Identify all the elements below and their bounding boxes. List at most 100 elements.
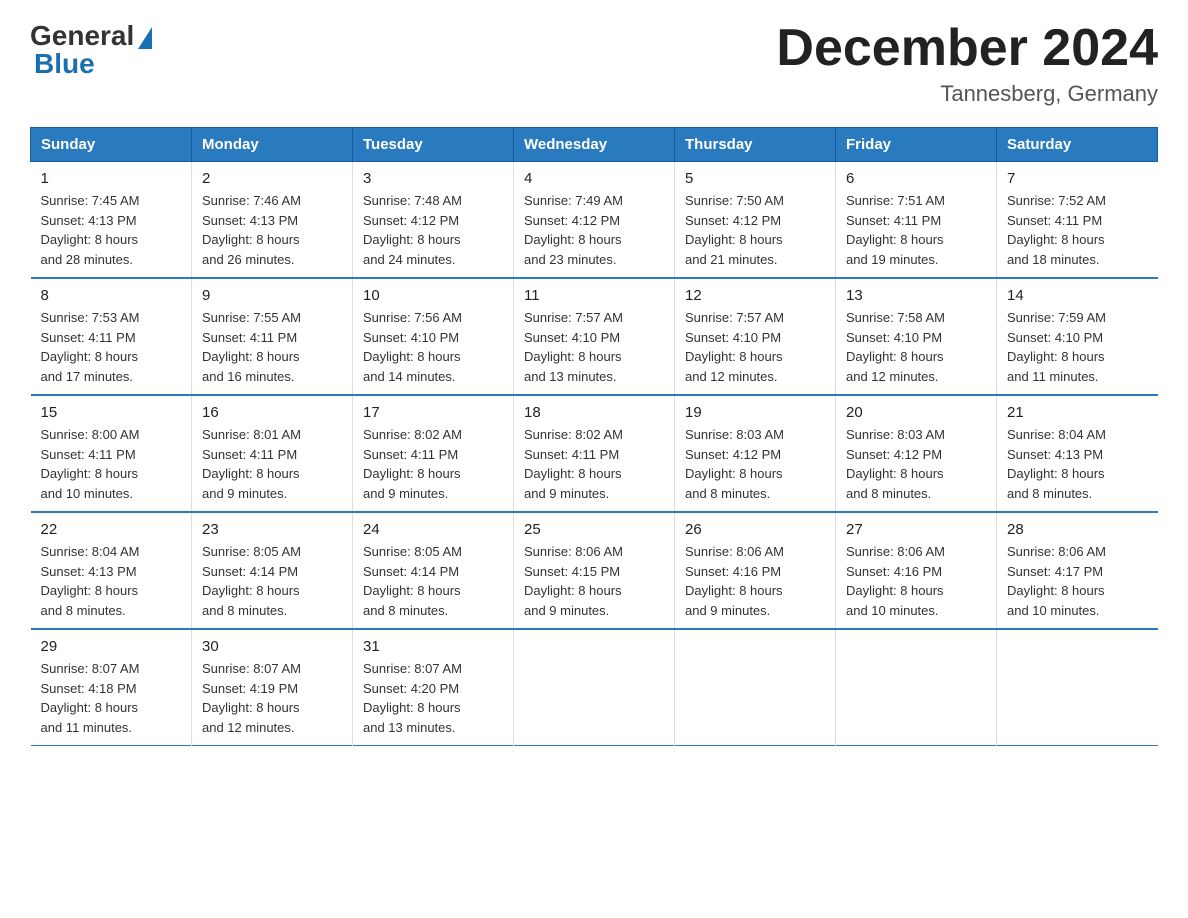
day-number: 20 xyxy=(846,404,986,421)
day-number: 26 xyxy=(685,521,825,538)
month-title: December 2024 xyxy=(776,20,1158,77)
day-info: Sunrise: 7:52 AMSunset: 4:11 PMDaylight:… xyxy=(1007,191,1148,269)
calendar-cell: 22Sunrise: 8:04 AMSunset: 4:13 PMDayligh… xyxy=(31,512,192,629)
day-number: 15 xyxy=(41,404,182,421)
day-number: 18 xyxy=(524,404,664,421)
day-number: 31 xyxy=(363,638,503,655)
calendar-cell xyxy=(514,629,675,746)
calendar-cell: 31 Sunrise: 8:07 AMSunset: 4:20 PMDayligh… xyxy=(353,629,514,746)
day-info: Sunrise: 8:02 AMSunset: 4:11 PMDaylight:… xyxy=(524,425,664,503)
day-number: 29 xyxy=(41,638,182,655)
day-number: 1 xyxy=(41,170,182,187)
header-row: SundayMondayTuesdayWednesdayThursdayFrid… xyxy=(31,128,1158,162)
logo-blue: Blue xyxy=(30,48,95,80)
calendar-cell: 9 Sunrise: 7:55 AMSunset: 4:11 PMDaylight… xyxy=(192,278,353,395)
day-info: Sunrise: 7:56 AMSunset: 4:10 PMDaylight:… xyxy=(363,308,503,386)
day-info: Sunrise: 7:58 AMSunset: 4:10 PMDaylight:… xyxy=(846,308,986,386)
day-number: 14 xyxy=(1007,287,1148,304)
day-info: Sunrise: 8:07 AMSunset: 4:19 PMDaylight:… xyxy=(202,659,342,737)
calendar-cell: 2 Sunrise: 7:46 AMSunset: 4:13 PMDaylight… xyxy=(192,162,353,279)
week-row-3: 15 Sunrise: 8:00 AMSunset: 4:11 PMDayligh… xyxy=(31,395,1158,512)
column-header-thursday: Thursday xyxy=(675,128,836,162)
column-header-wednesday: Wednesday xyxy=(514,128,675,162)
day-info: Sunrise: 7:55 AMSunset: 4:11 PMDaylight:… xyxy=(202,308,342,386)
day-info: Sunrise: 8:05 AMSunset: 4:14 PMDaylight:… xyxy=(363,542,503,620)
calendar-cell: 24 Sunrise: 8:05 AMSunset: 4:14 PMDayligh… xyxy=(353,512,514,629)
day-number: 28 xyxy=(1007,521,1148,538)
day-number: 13 xyxy=(846,287,986,304)
column-header-tuesday: Tuesday xyxy=(353,128,514,162)
calendar-cell: 23Sunrise: 8:05 AMSunset: 4:14 PMDayligh… xyxy=(192,512,353,629)
day-number: 17 xyxy=(363,404,503,421)
day-number: 23 xyxy=(202,521,342,538)
day-info: Sunrise: 8:03 AMSunset: 4:12 PMDaylight:… xyxy=(846,425,986,503)
day-info: Sunrise: 7:48 AMSunset: 4:12 PMDaylight:… xyxy=(363,191,503,269)
day-number: 11 xyxy=(524,287,664,304)
column-header-saturday: Saturday xyxy=(997,128,1158,162)
day-number: 21 xyxy=(1007,404,1148,421)
day-info: Sunrise: 8:02 AMSunset: 4:11 PMDaylight:… xyxy=(363,425,503,503)
calendar-cell: 4 Sunrise: 7:49 AMSunset: 4:12 PMDaylight… xyxy=(514,162,675,279)
calendar-cell xyxy=(836,629,997,746)
calendar-cell: 1Sunrise: 7:45 AMSunset: 4:13 PMDaylight… xyxy=(31,162,192,279)
day-number: 16 xyxy=(202,404,342,421)
column-header-friday: Friday xyxy=(836,128,997,162)
page-header: General Blue December 2024 Tannesberg, G… xyxy=(30,20,1158,107)
column-header-monday: Monday xyxy=(192,128,353,162)
calendar-table: SundayMondayTuesdayWednesdayThursdayFrid… xyxy=(30,127,1158,746)
day-number: 6 xyxy=(846,170,986,187)
day-info: Sunrise: 7:49 AMSunset: 4:12 PMDaylight:… xyxy=(524,191,664,269)
calendar-cell xyxy=(997,629,1158,746)
day-info: Sunrise: 8:07 AMSunset: 4:20 PMDaylight:… xyxy=(363,659,503,737)
day-info: Sunrise: 8:06 AMSunset: 4:17 PMDaylight:… xyxy=(1007,542,1148,620)
calendar-cell xyxy=(675,629,836,746)
day-number: 8 xyxy=(41,287,182,304)
logo: General Blue xyxy=(30,20,152,80)
day-info: Sunrise: 8:06 AMSunset: 4:16 PMDaylight:… xyxy=(846,542,986,620)
calendar-cell: 17 Sunrise: 8:02 AMSunset: 4:11 PMDayligh… xyxy=(353,395,514,512)
day-info: Sunrise: 8:06 AMSunset: 4:16 PMDaylight:… xyxy=(685,542,825,620)
day-number: 4 xyxy=(524,170,664,187)
location: Tannesberg, Germany xyxy=(776,81,1158,107)
calendar-cell: 15 Sunrise: 8:00 AMSunset: 4:11 PMDayligh… xyxy=(31,395,192,512)
day-number: 25 xyxy=(524,521,664,538)
day-number: 9 xyxy=(202,287,342,304)
day-info: Sunrise: 8:07 AMSunset: 4:18 PMDaylight:… xyxy=(41,659,182,737)
day-info: Sunrise: 7:57 AMSunset: 4:10 PMDaylight:… xyxy=(685,308,825,386)
day-info: Sunrise: 7:57 AMSunset: 4:10 PMDaylight:… xyxy=(524,308,664,386)
calendar-cell: 8Sunrise: 7:53 AMSunset: 4:11 PMDaylight… xyxy=(31,278,192,395)
calendar-cell: 27 Sunrise: 8:06 AMSunset: 4:16 PMDayligh… xyxy=(836,512,997,629)
day-info: Sunrise: 8:04 AMSunset: 4:13 PMDaylight:… xyxy=(1007,425,1148,503)
day-number: 2 xyxy=(202,170,342,187)
calendar-cell: 11 Sunrise: 7:57 AMSunset: 4:10 PMDayligh… xyxy=(514,278,675,395)
calendar-cell: 7 Sunrise: 7:52 AMSunset: 4:11 PMDaylight… xyxy=(997,162,1158,279)
calendar-cell: 13 Sunrise: 7:58 AMSunset: 4:10 PMDayligh… xyxy=(836,278,997,395)
calendar-cell: 16Sunrise: 8:01 AMSunset: 4:11 PMDayligh… xyxy=(192,395,353,512)
day-number: 30 xyxy=(202,638,342,655)
day-number: 10 xyxy=(363,287,503,304)
calendar-cell: 12 Sunrise: 7:57 AMSunset: 4:10 PMDayligh… xyxy=(675,278,836,395)
calendar-cell: 14 Sunrise: 7:59 AMSunset: 4:10 PMDayligh… xyxy=(997,278,1158,395)
day-info: Sunrise: 7:59 AMSunset: 4:10 PMDaylight:… xyxy=(1007,308,1148,386)
day-number: 7 xyxy=(1007,170,1148,187)
day-number: 3 xyxy=(363,170,503,187)
day-info: Sunrise: 7:51 AMSunset: 4:11 PMDaylight:… xyxy=(846,191,986,269)
calendar-cell: 18 Sunrise: 8:02 AMSunset: 4:11 PMDayligh… xyxy=(514,395,675,512)
week-row-5: 29 Sunrise: 8:07 AMSunset: 4:18 PMDayligh… xyxy=(31,629,1158,746)
day-number: 27 xyxy=(846,521,986,538)
day-info: Sunrise: 7:50 AMSunset: 4:12 PMDaylight:… xyxy=(685,191,825,269)
calendar-cell: 10 Sunrise: 7:56 AMSunset: 4:10 PMDayligh… xyxy=(353,278,514,395)
day-info: Sunrise: 8:03 AMSunset: 4:12 PMDaylight:… xyxy=(685,425,825,503)
week-row-2: 8Sunrise: 7:53 AMSunset: 4:11 PMDaylight… xyxy=(31,278,1158,395)
day-number: 24 xyxy=(363,521,503,538)
day-info: Sunrise: 7:46 AMSunset: 4:13 PMDaylight:… xyxy=(202,191,342,269)
day-number: 12 xyxy=(685,287,825,304)
day-number: 19 xyxy=(685,404,825,421)
calendar-cell: 20 Sunrise: 8:03 AMSunset: 4:12 PMDayligh… xyxy=(836,395,997,512)
calendar-cell: 5 Sunrise: 7:50 AMSunset: 4:12 PMDaylight… xyxy=(675,162,836,279)
day-info: Sunrise: 8:00 AMSunset: 4:11 PMDaylight:… xyxy=(41,425,182,503)
day-number: 5 xyxy=(685,170,825,187)
calendar-cell: 6 Sunrise: 7:51 AMSunset: 4:11 PMDaylight… xyxy=(836,162,997,279)
day-number: 22 xyxy=(41,521,182,538)
calendar-cell: 26 Sunrise: 8:06 AMSunset: 4:16 PMDayligh… xyxy=(675,512,836,629)
